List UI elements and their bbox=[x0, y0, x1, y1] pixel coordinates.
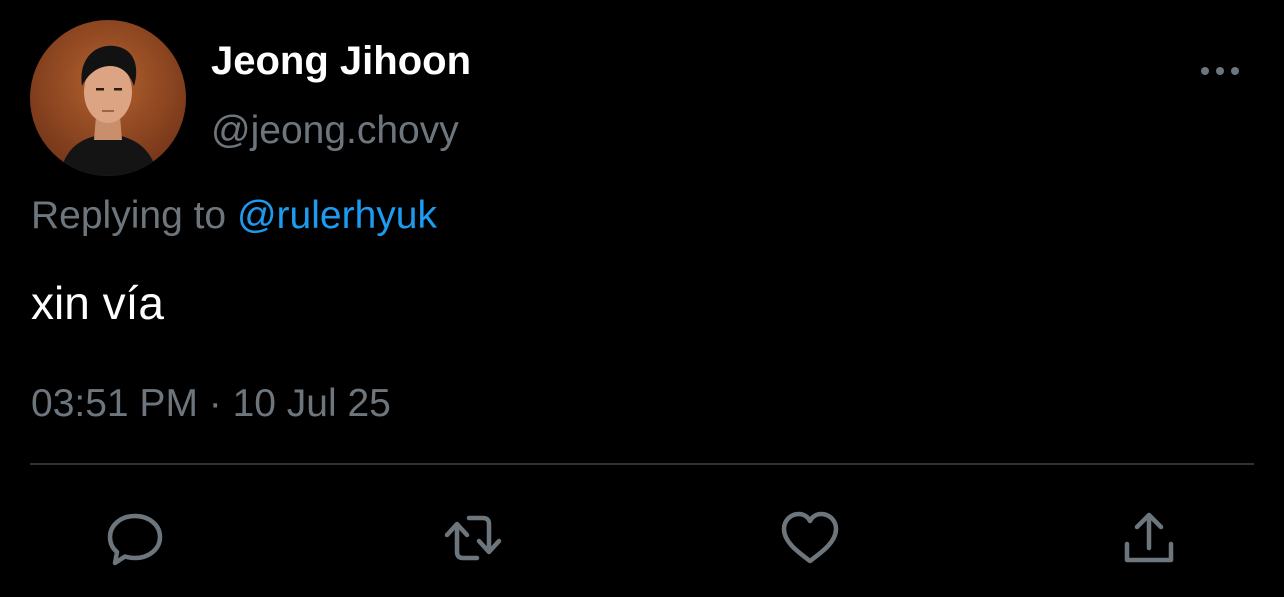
reply-button[interactable] bbox=[105, 508, 165, 568]
avatar[interactable] bbox=[30, 20, 186, 176]
share-upload-icon bbox=[1124, 512, 1174, 563]
tweet-text: xin vía bbox=[31, 277, 164, 329]
tweet-timestamp[interactable]: 03:51 PM · 10 Jul 25 bbox=[31, 381, 391, 427]
avatar-image bbox=[30, 20, 186, 176]
more-options-button[interactable] bbox=[1196, 56, 1244, 86]
author-display-name[interactable]: Jeong Jihoon bbox=[211, 38, 471, 84]
author-handle[interactable]: @jeong.chovy bbox=[211, 108, 459, 154]
like-button[interactable] bbox=[780, 508, 840, 568]
retweet-icon bbox=[444, 515, 502, 561]
share-button[interactable] bbox=[1118, 508, 1178, 568]
divider bbox=[30, 463, 1254, 465]
replying-to-label: Replying to bbox=[31, 194, 227, 237]
reply-mention-link[interactable]: @rulerhyuk bbox=[237, 194, 437, 237]
speech-bubble-icon bbox=[107, 513, 163, 566]
retweet-button[interactable] bbox=[443, 508, 503, 568]
replying-to-line: Replying to @rulerhyuk bbox=[31, 193, 437, 239]
heart-icon bbox=[781, 511, 839, 564]
more-horizontal-icon bbox=[1201, 67, 1239, 75]
